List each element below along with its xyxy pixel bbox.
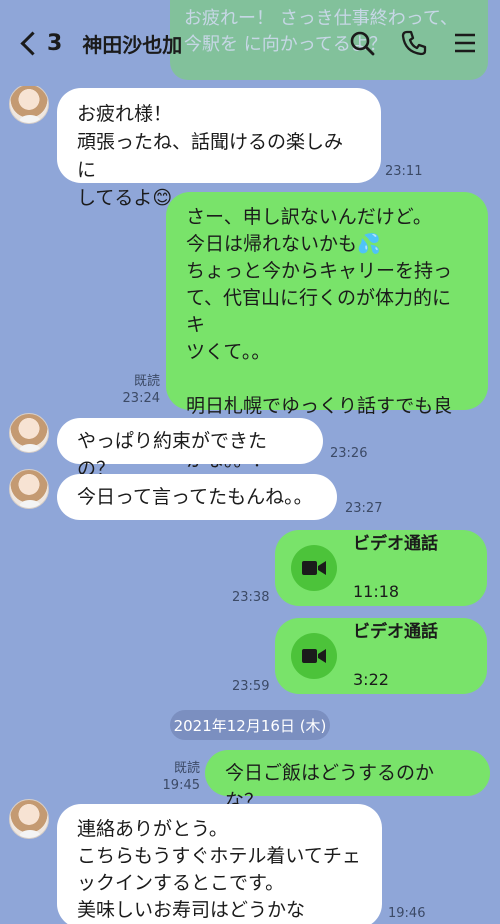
- phone-icon[interactable]: [400, 29, 428, 57]
- unread-count: 3: [47, 30, 63, 56]
- back-button[interactable]: 3: [14, 31, 62, 56]
- contact-avatar[interactable]: [9, 84, 49, 124]
- contact-name[interactable]: 神田沙也加: [82, 29, 182, 58]
- date-separator: 2021年12月16日 (木): [170, 710, 330, 740]
- message-bubble-outgoing[interactable]: 今日ご飯はどうするのかな？: [205, 750, 490, 812]
- call-label: ビデオ通話: [353, 534, 438, 554]
- message-bubble-incoming[interactable]: 今日って言ってたもんね。。: [57, 474, 337, 520]
- message-time: 23:24: [122, 391, 160, 406]
- call-duration: 3:22: [353, 670, 389, 689]
- video-camera-icon: [291, 633, 337, 679]
- contact-avatar[interactable]: [9, 799, 49, 839]
- message-time: 23:11: [385, 164, 423, 179]
- video-camera-icon: [291, 545, 337, 591]
- message-bubble-outgoing[interactable]: さー、申し訳ないんだけど。 今日は帰れないかも💦 ちょっと今からキャリーを持っ …: [166, 192, 488, 471]
- search-icon[interactable]: [348, 29, 376, 57]
- menu-icon[interactable]: [452, 31, 478, 55]
- message-bubble-incoming[interactable]: お疲れ様！ 頑張ったね、話聞けるの楽しみに してるよ😊: [57, 88, 381, 209]
- read-receipt: 既読: [173, 761, 200, 776]
- chevron-left-icon: [20, 30, 45, 56]
- message-time: 23:38: [232, 590, 270, 605]
- message-time: 23:26: [330, 446, 368, 461]
- message-bubble-incoming[interactable]: やっぱり約束ができたの？: [57, 418, 323, 480]
- message-time: 19:45: [162, 778, 200, 793]
- message-bubble-incoming[interactable]: 連絡ありがとう。 こちらもうすぐホテル着いてチェ ックインするとこです。 美味し…: [57, 804, 382, 924]
- message-time: 19:46: [388, 906, 426, 921]
- video-call-bubble[interactable]: ビデオ通話 3:22: [275, 618, 487, 694]
- read-receipt: 既読: [133, 374, 160, 389]
- message-time: 23:59: [232, 679, 270, 694]
- video-call-bubble[interactable]: ビデオ通話 11:18: [275, 530, 487, 606]
- message-status: 既読 19:45: [160, 760, 200, 794]
- call-label: ビデオ通話: [353, 622, 438, 642]
- message-status: 既読 23:24: [120, 373, 160, 407]
- chat-header: お疲れー！ さっき仕事終わって、今駅を に向かってるよ？ 3 神田沙也加: [0, 0, 500, 86]
- contact-avatar[interactable]: [9, 413, 49, 453]
- contact-avatar[interactable]: [9, 469, 49, 509]
